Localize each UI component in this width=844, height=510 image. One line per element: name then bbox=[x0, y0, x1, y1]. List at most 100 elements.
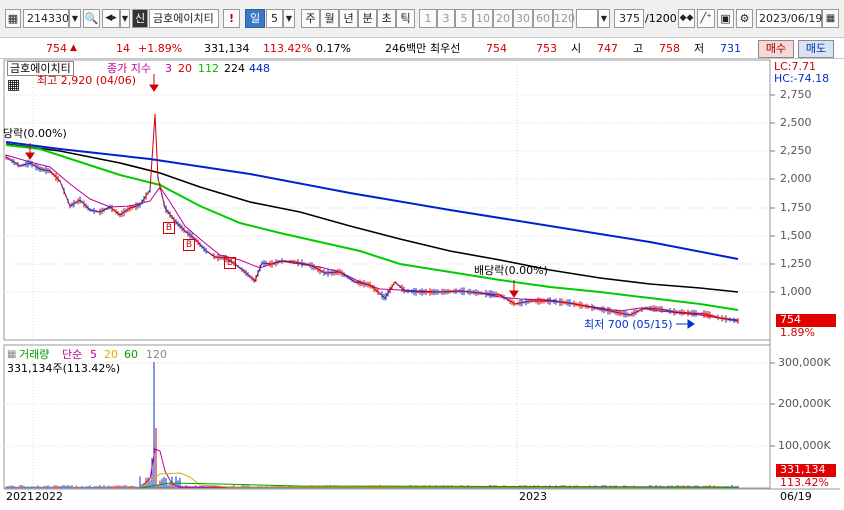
current-price-percent: 1.89% bbox=[780, 326, 815, 339]
vol-ma5-line bbox=[139, 448, 738, 489]
volume-panel-icon[interactable]: ▦ bbox=[7, 348, 16, 361]
price-tick-2500: 2,500 bbox=[780, 116, 812, 129]
price-tick-1000: 1,000 bbox=[780, 285, 812, 298]
up-arrow-icon: ▲ bbox=[70, 43, 77, 53]
date-label-2021: 2021 bbox=[6, 490, 34, 503]
price-tick-2250: 2,250 bbox=[780, 144, 812, 157]
price-tick-2750: 2,750 bbox=[780, 88, 812, 101]
interval-button-3[interactable]: 3 bbox=[437, 9, 455, 28]
open-label: 시 bbox=[571, 42, 582, 55]
hc-value: HC:-74.18 bbox=[774, 72, 830, 85]
ma-period-224: 224 bbox=[224, 62, 245, 75]
period-tick-button[interactable]: 틱 bbox=[396, 9, 415, 28]
interval-button-10[interactable]: 10 bbox=[473, 9, 493, 28]
low-price: 731 bbox=[720, 42, 741, 55]
date-input[interactable]: 2023/06/19 bbox=[756, 9, 822, 28]
chart-canvas[interactable] bbox=[0, 59, 844, 510]
panel-settings-icon[interactable]: ▦ bbox=[7, 78, 20, 92]
date-label-end: 06/19 bbox=[780, 490, 812, 503]
interval-custom-input[interactable] bbox=[576, 9, 598, 28]
save-icon[interactable]: ▣ bbox=[717, 9, 734, 28]
speaker-icon[interactable]: ◀▸ bbox=[102, 9, 120, 28]
search-icon[interactable]: 🔍 bbox=[83, 9, 100, 28]
turnover-rate: 0.17% bbox=[316, 42, 351, 55]
interval-button-20[interactable]: 20 bbox=[493, 9, 513, 28]
ma-period-3: 3 bbox=[165, 62, 172, 75]
volume-ma-120: 120 bbox=[146, 348, 167, 361]
ma3-line bbox=[5, 113, 739, 322]
axis-ticks bbox=[770, 94, 775, 447]
open-price: 747 bbox=[597, 42, 618, 55]
chart-toolbar: ▦ 214330 ▼ 🔍 ◀▸ ▼ 신 금호에이치티 ! 일 5 ▼ 주 월 년… bbox=[0, 0, 844, 38]
volume-ma-label: 단순 bbox=[62, 348, 83, 361]
code-dropdown-icon[interactable]: ▼ bbox=[69, 9, 81, 28]
display-count-total: /1200 bbox=[645, 12, 677, 25]
alert-button[interactable]: ! bbox=[223, 9, 240, 28]
ma224-line bbox=[5, 143, 739, 293]
period-second-button[interactable]: 초 bbox=[377, 9, 396, 28]
high-note: 최고 2,920 (04/06) bbox=[37, 74, 137, 87]
volume-ma-60: 60 bbox=[124, 348, 138, 361]
ex-dividend-right-note: 배당락(0.00%) bbox=[474, 264, 548, 277]
volume-value: 331,134주(113.42%) bbox=[7, 362, 121, 375]
settings-gear-icon[interactable]: ⚙ bbox=[736, 9, 753, 28]
low-note: 최저 700 (05/15) bbox=[584, 318, 673, 331]
volume-bars bbox=[5, 362, 739, 488]
period-month-button[interactable]: 월 bbox=[320, 9, 339, 28]
high-label: 고 bbox=[633, 42, 644, 55]
price-tick-1750: 1,750 bbox=[780, 201, 812, 214]
interval-button-60[interactable]: 60 bbox=[533, 9, 553, 28]
buy-signal-marker: B bbox=[163, 222, 175, 234]
calendar-icon[interactable]: ▦ bbox=[822, 9, 839, 28]
draw-tool-icon[interactable]: ╱⁺ bbox=[697, 9, 715, 28]
price-tick-1250: 1,250 bbox=[780, 257, 812, 270]
best-bid-price: 753 bbox=[536, 42, 557, 55]
high-marker-arrow bbox=[149, 74, 159, 92]
low-marker-arrow bbox=[676, 319, 695, 329]
volume-tick-200000k: 200,000K bbox=[778, 397, 831, 410]
display-count-input[interactable]: 375 bbox=[614, 9, 644, 28]
low-label: 저 bbox=[694, 42, 705, 55]
chart-menu-icon[interactable]: ▦ bbox=[5, 9, 21, 28]
volume-ma-5: 5 bbox=[90, 348, 97, 361]
date-label-2023: 2023 bbox=[519, 490, 547, 503]
trade-amount: 246백만 bbox=[385, 42, 427, 55]
zoom-icon[interactable]: ◆◆ bbox=[678, 9, 695, 28]
price-tick-2000: 2,000 bbox=[780, 172, 812, 185]
sell-button[interactable]: 매도 bbox=[798, 40, 834, 58]
interval-button-1[interactable]: 1 bbox=[419, 9, 437, 28]
volume-ratio: 113.42% bbox=[263, 42, 312, 55]
volume-title: 거래량 bbox=[19, 348, 50, 361]
period-count-input[interactable]: 5 bbox=[266, 9, 283, 28]
stock-name-field: 금호에이치티 bbox=[149, 9, 219, 28]
grid-lines bbox=[4, 60, 770, 488]
period-minute-button[interactable]: 분 bbox=[358, 9, 377, 28]
speaker-dropdown-icon[interactable]: ▼ bbox=[120, 9, 130, 28]
period-count-dropdown-icon[interactable]: ▼ bbox=[283, 9, 295, 28]
stock-code-input[interactable]: 214330 bbox=[23, 9, 69, 28]
interval-dropdown-icon[interactable]: ▼ bbox=[598, 9, 610, 28]
ma-period-112: 112 bbox=[198, 62, 219, 75]
price-change: 14 bbox=[116, 42, 130, 55]
quote-bar: 754 ▲ 14 +1.89% 331,134 113.42% 0.17% 24… bbox=[0, 38, 844, 59]
best-ask-price: 754 bbox=[486, 42, 507, 55]
volume-tick-100000k: 100,000K bbox=[778, 439, 831, 452]
trade-volume: 331,134 bbox=[204, 42, 250, 55]
ma-period-20: 20 bbox=[178, 62, 192, 75]
new-listing-badge: 신 bbox=[132, 9, 148, 28]
period-year-button[interactable]: 년 bbox=[339, 9, 358, 28]
volume-tick-300000k: 300,000K bbox=[778, 356, 831, 369]
current-price: 754 bbox=[46, 42, 67, 55]
interval-button-5[interactable]: 5 bbox=[455, 9, 473, 28]
vol-ma20-line bbox=[139, 472, 738, 489]
ex-dividend-left-note: 당락(0.00%) bbox=[3, 127, 67, 140]
high-price: 758 bbox=[659, 42, 680, 55]
period-day-button[interactable]: 일 bbox=[245, 9, 265, 28]
ma-period-448: 448 bbox=[249, 62, 270, 75]
interval-button-30[interactable]: 30 bbox=[513, 9, 533, 28]
interval-button-120[interactable]: 120 bbox=[553, 9, 575, 28]
volume-percent: 113.42% bbox=[780, 476, 829, 489]
period-week-button[interactable]: 주 bbox=[301, 9, 320, 28]
stock-chart[interactable]: 금호에이치티 종가 지수 3 20 112 224 448 ▦ 최고 2,920… bbox=[0, 59, 844, 510]
buy-button[interactable]: 매수 bbox=[758, 40, 794, 58]
